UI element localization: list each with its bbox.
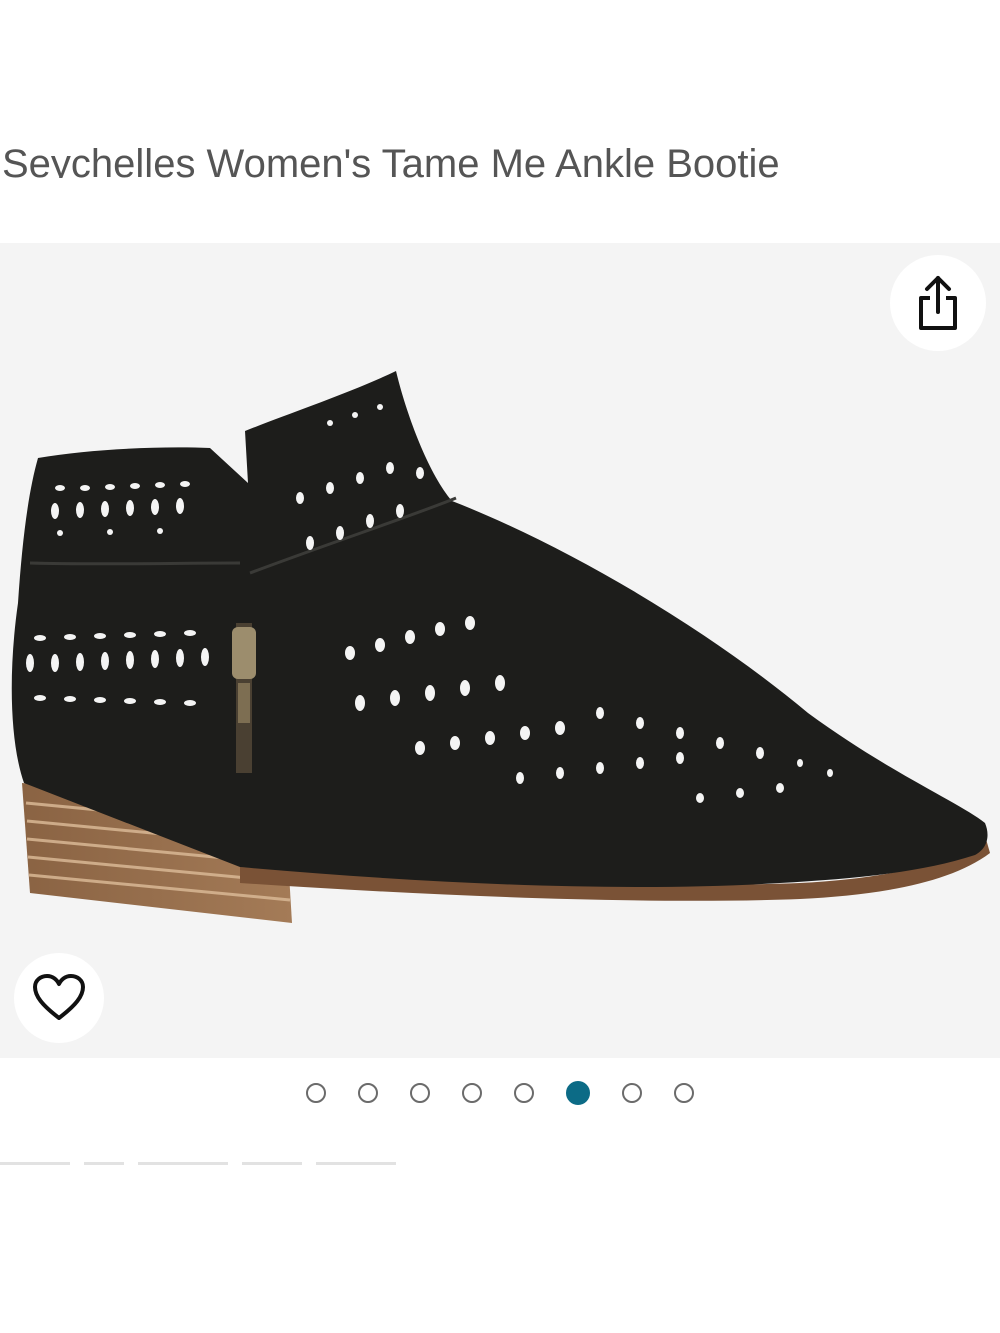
pagination-dot-8[interactable] — [674, 1083, 694, 1103]
clipped-content-edge — [0, 1162, 460, 1172]
pagination-dot-2[interactable] — [358, 1083, 378, 1103]
share-icon — [919, 276, 957, 330]
pagination-dot-5[interactable] — [514, 1083, 534, 1103]
pagination-dot-6-active[interactable] — [566, 1081, 590, 1105]
product-title: Seychelles Women's Tame Me Ankle Bootie — [2, 142, 780, 178]
pagination-dot-3[interactable] — [410, 1083, 430, 1103]
heart-icon — [33, 974, 85, 1020]
product-title-container: Seychelles Women's Tame Me Ankle Bootie — [0, 142, 1000, 178]
pagination-dot-7[interactable] — [622, 1083, 642, 1103]
pagination-dot-1[interactable] — [306, 1083, 326, 1103]
pagination-dot-4[interactable] — [462, 1083, 482, 1103]
boot-upper — [11, 371, 988, 888]
product-image-gallery[interactable] — [0, 243, 1000, 1058]
zipper-pull — [232, 627, 256, 679]
share-button[interactable] — [890, 255, 986, 351]
favorite-button[interactable] — [14, 953, 104, 1043]
product-image[interactable] — [0, 243, 1000, 1058]
gallery-pagination — [0, 1078, 1000, 1108]
